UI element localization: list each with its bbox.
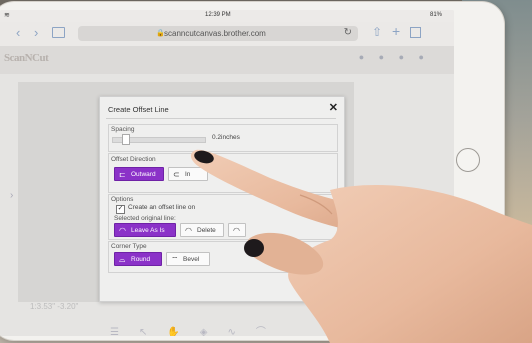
bookmarks-icon[interactable] <box>52 27 65 38</box>
leave-as-is-label: Leave As Is <box>131 227 165 234</box>
spacing-label: Spacing <box>111 126 135 133</box>
spacing-slider-thumb[interactable] <box>122 134 130 145</box>
inward-button[interactable]: ⊂ In <box>168 167 208 181</box>
leave-as-is-button[interactable]: ◠ Leave As Is <box>114 223 176 237</box>
dialog-title: Create Offset Line <box>108 105 169 114</box>
inward-icon: ⊂ <box>173 170 180 179</box>
inward-label: In <box>185 171 191 178</box>
app-header: ScanNCut ● ● ● ● <box>0 46 454 74</box>
browser-toolbar: ‹ › 🔒 scanncutcanvas.brother.com ↻ ⇧ + <box>0 22 454 46</box>
home-button[interactable] <box>456 148 480 172</box>
third-option-icon: ◠ <box>233 226 240 235</box>
offset-direction-label: Offset Direction <box>111 156 156 163</box>
bevel-button[interactable]: ⌔ Bevel <box>166 252 210 266</box>
screen: ≋ 12:39 PM 81% ‹ › 🔒 scanncutcanvas.brot… <box>0 10 454 336</box>
create-offset-label: Create an offset line on <box>128 204 196 211</box>
spacing-value: 0.2inches <box>212 134 240 141</box>
options-label: Options <box>111 196 134 203</box>
round-icon: ⌓ <box>119 255 126 264</box>
share-icon[interactable]: ⇧ <box>372 25 382 39</box>
header-icons[interactable]: ● ● ● ● <box>359 52 430 62</box>
third-option-button[interactable]: ◠ <box>228 223 246 237</box>
selected-original-label: Selected original line: <box>114 215 176 222</box>
bevel-label: Bevel <box>183 256 200 263</box>
outward-button[interactable]: ⊏ Outward <box>114 167 164 181</box>
leave-as-is-icon: ◠ <box>119 226 126 235</box>
round-button[interactable]: ⌓ Round <box>114 252 162 266</box>
corner-type-label: Corner Type <box>111 243 147 250</box>
delete-icon: ◠ <box>185 226 192 235</box>
round-label: Round <box>131 256 151 263</box>
create-offset-checkbox[interactable]: ✓ <box>116 205 125 214</box>
outward-label: Outward <box>131 171 156 178</box>
status-time: 12:39 PM <box>205 12 231 18</box>
create-offset-line-dialog: Create Offset Line ✕ Spacing 0.2inches O… <box>99 96 345 302</box>
close-icon[interactable]: ✕ <box>329 101 338 114</box>
position-readout: 1:3.53" -3.20" <box>30 302 79 311</box>
battery-level: 81% <box>429 12 442 18</box>
bottom-toolbar[interactable]: ☰↖✋◈∿⌒ <box>110 323 286 336</box>
title-divider <box>106 118 336 119</box>
delete-button[interactable]: ◠ Delete <box>180 223 224 237</box>
outward-icon: ⊏ <box>119 170 126 179</box>
status-bar: ≋ 12:39 PM 81% <box>0 10 454 22</box>
address-bar[interactable]: 🔒 scanncutcanvas.brother.com ↻ <box>78 26 358 41</box>
delete-label: Delete <box>197 227 216 234</box>
bevel-icon: ⌔ <box>171 255 179 264</box>
forward-icon[interactable]: › <box>34 25 38 40</box>
wifi-icon: ≋ <box>4 12 10 19</box>
tablet-device: ≋ 12:39 PM 81% ‹ › 🔒 scanncutcanvas.brot… <box>0 2 504 340</box>
side-panel-arrow-icon[interactable]: › <box>10 190 13 201</box>
reload-icon[interactable]: ↻ <box>344 27 352 38</box>
app-logo: ScanNCut <box>4 52 49 64</box>
new-tab-icon[interactable]: + <box>392 23 400 39</box>
back-icon[interactable]: ‹ <box>16 25 20 40</box>
tabs-icon[interactable] <box>410 27 421 38</box>
url-text: scanncutcanvas.brother.com <box>164 29 266 38</box>
